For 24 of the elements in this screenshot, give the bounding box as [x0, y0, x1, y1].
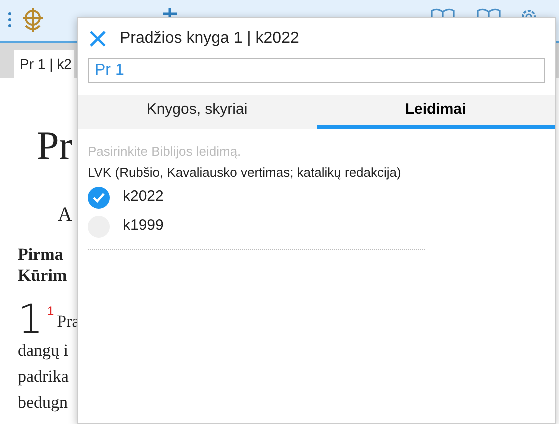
tab[interactable]: Knygos, skyriai	[78, 95, 316, 129]
close-button[interactable]	[88, 29, 108, 49]
chapter-title: Pr	[37, 122, 73, 170]
dialog-title: Pradžios knyga 1 | k2022	[120, 29, 300, 49]
cross-icon	[163, 8, 177, 18]
menu-icon[interactable]	[8, 12, 12, 28]
verse-text: bedugn	[18, 392, 69, 414]
chapter-number: 1	[18, 300, 44, 340]
edition-label[interactable]: k2022	[123, 186, 164, 209]
verse-number: 1	[47, 304, 54, 318]
hint-text: Pasirinkite Biblijos leidimą.	[88, 143, 242, 161]
verse-text: padrika	[18, 366, 69, 388]
section-heading: Pirma	[18, 244, 64, 265]
book-subtitle: A	[58, 203, 72, 228]
radio-button[interactable]	[88, 186, 110, 208]
tab[interactable]: Leidimai	[316, 95, 555, 129]
section-heading: Kūrim	[18, 265, 68, 286]
chapter-tab[interactable]: Pr 1 | k2	[14, 50, 74, 78]
edition-label[interactable]: k1999	[123, 215, 164, 238]
close-icon	[89, 30, 107, 48]
ship-wheel-icon	[20, 6, 46, 34]
verse-text: dangų i	[18, 340, 69, 362]
check-icon	[93, 192, 105, 202]
edition-group-label: LVK (Rubšio, Kavaliausko vertimas; katalikų redakcija)	[88, 164, 402, 182]
